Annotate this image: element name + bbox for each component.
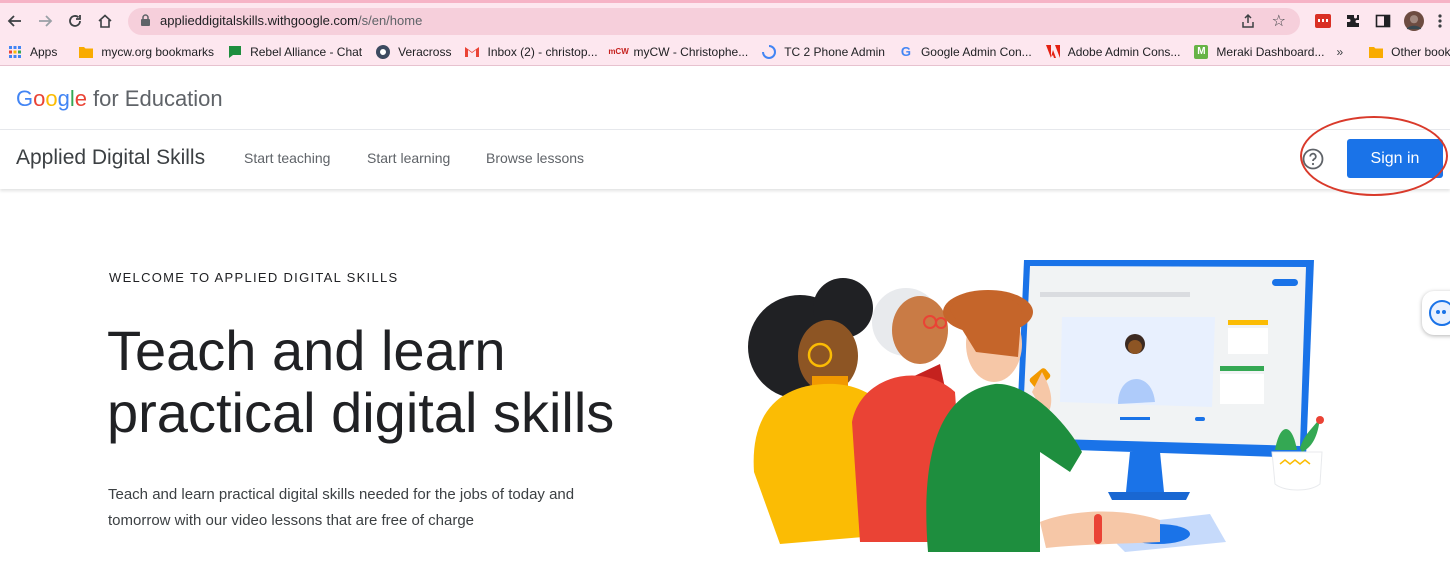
home-icon[interactable] xyxy=(94,10,116,32)
bookmark-label: Meraki Dashboard... xyxy=(1216,44,1325,59)
hero-title-line: Teach and learn xyxy=(107,319,506,382)
forward-icon[interactable] xyxy=(34,10,56,32)
hero-title-line: practical digital skills xyxy=(107,381,615,444)
hero-title: Teach and learn practical digital skills xyxy=(107,320,667,444)
browser-toolbar: applieddigitalskills.withgoogle.com/s/en… xyxy=(0,0,1450,38)
bookmark-other-folder[interactable]: Other bookmarks xyxy=(1361,40,1450,64)
bookmark-google-admin[interactable]: G Google Admin Con... xyxy=(891,40,1038,64)
extensions-puzzle-icon[interactable] xyxy=(1343,11,1363,31)
bookmark-label: Google Admin Con... xyxy=(920,44,1032,59)
bookmark-label: Adobe Admin Cons... xyxy=(1067,44,1181,59)
site-navigation: Applied Digital Skills Start teaching St… xyxy=(0,130,1450,189)
bookmark-gmail-inbox[interactable]: Inbox (2) - christop... xyxy=(457,40,603,64)
more-bookmarks-chevron[interactable]: » xyxy=(1330,45,1349,59)
bookmark-mycw[interactable]: mCW myCW - Christophe... xyxy=(604,40,755,64)
sign-in-annotation-circle xyxy=(1300,116,1448,196)
bookmark-veracross[interactable]: Veracross xyxy=(368,40,457,64)
logo-suffix: for Education xyxy=(93,86,223,111)
bookmarks-bar: Apps mycw.org bookmarks Rebel Alliance -… xyxy=(0,38,1450,66)
hero-description: Teach and learn practical digital skills… xyxy=(108,486,575,529)
nav-start-learning[interactable]: Start learning xyxy=(367,150,450,166)
bookmark-star-icon[interactable]: ☆ xyxy=(1272,11,1286,31)
google-for-education-logo[interactable]: Google for Education xyxy=(16,86,223,112)
url-path: /s/en/home xyxy=(358,13,423,28)
bookmark-label: mycw.org bookmarks xyxy=(101,44,215,59)
site-title[interactable]: Applied Digital Skills xyxy=(16,146,205,170)
folder-icon xyxy=(79,45,94,59)
back-icon[interactable] xyxy=(4,10,26,32)
nav-browse-lessons[interactable]: Browse lessons xyxy=(486,150,584,166)
mycw-icon: mCW xyxy=(608,46,629,56)
bookmark-label: myCW - Christophe... xyxy=(633,44,749,59)
bookmark-label: Other bookmarks xyxy=(1391,44,1450,59)
apps-grid-icon xyxy=(8,45,22,59)
bookmark-label: Veracross xyxy=(398,44,452,59)
nav-start-teaching[interactable]: Start teaching xyxy=(244,150,330,166)
google-wordmark: Google xyxy=(16,86,88,111)
reload-icon[interactable] xyxy=(64,10,86,32)
address-bar[interactable]: applieddigitalskills.withgoogle.com/s/en… xyxy=(128,8,1300,35)
bookmark-label: Apps xyxy=(30,44,58,59)
google-for-education-header: Google for Education xyxy=(0,67,1450,130)
extension-red-icon[interactable] xyxy=(1313,11,1333,31)
bookmark-label: TC 2 Phone Admin xyxy=(784,44,885,59)
lock-icon xyxy=(140,14,151,32)
folder-icon xyxy=(1369,45,1384,59)
meraki-icon: M xyxy=(1194,44,1209,59)
hero-eyebrow: WELCOME TO APPLIED DIGITAL SKILLS xyxy=(109,270,399,285)
gmail-icon xyxy=(465,45,480,59)
bookmark-meraki[interactable]: M Meraki Dashboard... xyxy=(1186,40,1330,64)
bookmark-label: Rebel Alliance - Chat xyxy=(250,44,363,59)
loading-icon xyxy=(762,44,777,59)
veracross-icon xyxy=(376,44,391,59)
chat-icon xyxy=(228,45,242,59)
bookmark-folder-mycw[interactable]: mycw.org bookmarks xyxy=(71,40,220,64)
bookmark-tc2-phone-admin[interactable]: TC 2 Phone Admin xyxy=(754,40,891,64)
bookmark-adobe-admin[interactable]: Adobe Admin Cons... xyxy=(1038,40,1187,64)
google-icon: G xyxy=(900,44,912,59)
support-chat-widget[interactable] xyxy=(1422,291,1450,335)
bookmark-rebel-alliance-chat[interactable]: Rebel Alliance - Chat xyxy=(220,40,368,64)
adobe-icon xyxy=(1045,45,1060,59)
hero-illustration xyxy=(748,260,1324,552)
url-text: applieddigitalskills.withgoogle.com/s/en… xyxy=(160,13,422,28)
bookmark-label: Inbox (2) - christop... xyxy=(487,44,598,59)
url-host: applieddigitalskills.withgoogle.com xyxy=(160,13,358,28)
browser-menu-icon[interactable] xyxy=(1430,11,1450,31)
side-panel-icon[interactable] xyxy=(1373,11,1393,31)
share-icon[interactable] xyxy=(1240,13,1256,34)
bookmark-apps[interactable]: Apps xyxy=(0,40,63,64)
chat-bubble-icon xyxy=(1429,300,1450,326)
profile-avatar[interactable] xyxy=(1404,11,1424,31)
